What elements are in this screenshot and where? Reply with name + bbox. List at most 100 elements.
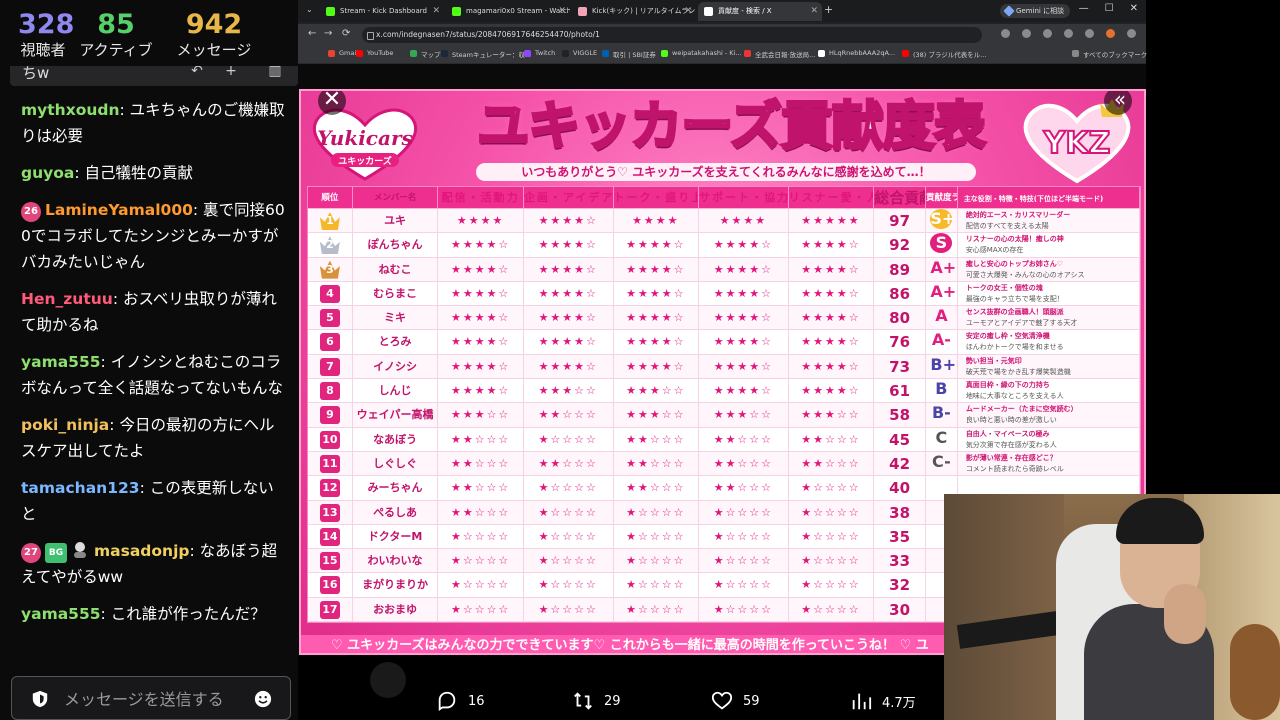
maximize-icon[interactable]: ☐: [1105, 3, 1114, 14]
bookmark-item[interactable]: Twitch: [524, 49, 555, 57]
bookmark-item[interactable]: すべてのブックマーク: [1072, 49, 1147, 59]
rank-badge: 5: [319, 309, 340, 328]
chat-username[interactable]: tamachan123: [21, 479, 140, 497]
address-bar-row: ← → ⟳ x.com/indegnasen7/status/208470691…: [298, 24, 1146, 46]
bookmark-item[interactable]: Gmail: [328, 49, 358, 57]
bookmark-item[interactable]: VIGGLE: [562, 49, 597, 57]
views-button[interactable]: 4.7万: [850, 690, 916, 712]
star-icon[interactable]: [1043, 29, 1052, 38]
tab-kick-dashboard[interactable]: Stream - Kick Dashboard ✕: [320, 2, 444, 21]
bookmark-item[interactable]: 全武会日報·放送局...: [744, 49, 815, 59]
role-description: 絶対的エース・カリスマリーダー 配信のすべてを支える太陽: [958, 209, 1140, 233]
url-bar[interactable]: x.com/indegnasen7/status/208470691764625…: [362, 27, 982, 43]
chat-message-input[interactable]: [64, 687, 244, 711]
close-window-icon[interactable]: ✕: [1130, 3, 1138, 14]
close-icon[interactable]: ✕: [558, 2, 566, 20]
add-icon[interactable]: +: [220, 66, 242, 83]
bookmark-item[interactable]: YouTube: [356, 49, 393, 57]
chat-username[interactable]: masadonjp: [94, 542, 189, 560]
active-count: 85: [97, 9, 135, 40]
tab-list-icon[interactable]: ⌄: [306, 5, 313, 14]
menu-icon[interactable]: [1127, 29, 1136, 38]
star-rating: ★☆☆☆☆: [438, 524, 524, 549]
logo-text: Yukicars: [317, 126, 412, 150]
viewer-label: 視聴者: [20, 41, 66, 59]
column-header: 配信・活動力: [438, 187, 524, 208]
trash-icon[interactable]: ▥: [264, 66, 286, 83]
download-icon[interactable]: [1085, 29, 1094, 38]
back-icon[interactable]: ←: [308, 28, 316, 39]
close-icon[interactable]: ✕: [684, 2, 692, 20]
star-rating: ★★★★☆: [789, 379, 875, 403]
profile-icon[interactable]: [1106, 29, 1115, 38]
star-rating: ★★★★☆: [614, 281, 700, 306]
bookmark-item[interactable]: HLqRnebbAAA2qA...: [818, 49, 895, 57]
column-header: トーク・盛り上げ力: [614, 187, 700, 208]
total-score: 73: [874, 354, 926, 379]
grade-badge: C-: [932, 451, 951, 471]
role-line-2: 最強のキャラ立ちで場を支配！: [965, 294, 1064, 303]
gemini-button[interactable]: Gemini に相談: [1000, 4, 1071, 18]
star-rating: ★☆☆☆☆: [614, 597, 700, 622]
member-name: ミキ: [353, 306, 439, 330]
chat-username[interactable]: LamineYamal000: [45, 201, 193, 219]
close-icon[interactable]: ✕: [432, 2, 440, 20]
rank-cell: 1: [308, 209, 353, 233]
reply-button[interactable]: 16: [436, 690, 485, 712]
grade-badge: B-: [931, 403, 951, 423]
star-rating: ★★☆☆☆: [614, 451, 700, 476]
forward-icon[interactable]: →: [324, 28, 332, 39]
ykz-text: YKZ: [1043, 126, 1111, 161]
image-title: ユキッカーズ貢献度表: [476, 96, 987, 159]
rank-cell: 2: [308, 233, 353, 257]
tab-kick-ranking[interactable]: Kick(キック) | リアルタイムランキング✕: [572, 2, 696, 21]
chat-username[interactable]: yama555: [21, 353, 101, 371]
repost-button[interactable]: 29: [572, 690, 621, 712]
shield-icon[interactable]: [31, 690, 49, 708]
reload-icon[interactable]: ⟳: [342, 28, 350, 39]
star-rating: ★★★☆☆: [614, 379, 700, 403]
minimize-icon[interactable]: —: [1079, 3, 1089, 14]
star-rating: ★★★★☆: [699, 379, 789, 403]
rank-badge: 2: [319, 236, 340, 255]
chat-message: yama555: イノシシとねむこのコラボなんって全く話題なってないもんな: [0, 349, 298, 401]
undo-icon[interactable]: ↶: [186, 66, 208, 83]
rank-cell: 4: [308, 281, 353, 306]
chat-username[interactable]: Hen_zutuu: [21, 290, 113, 308]
chat-username[interactable]: yama555: [21, 605, 101, 623]
chat-username[interactable]: poki_ninja: [21, 416, 109, 434]
member-name: わいわいな: [353, 549, 439, 573]
star-rating: ★★☆☆☆: [438, 500, 524, 524]
zoom-icon[interactable]: [1001, 29, 1010, 38]
bookmark-item[interactable]: Steamキュレーター：収...: [441, 49, 531, 59]
close-icon[interactable]: ✕: [810, 2, 818, 20]
star-rating: ★★☆☆☆: [438, 427, 524, 451]
star-rating: ★★☆☆☆: [438, 476, 524, 500]
star-rating: ★☆☆☆☆: [614, 549, 700, 573]
tab-magamari-stream[interactable]: magamari0x0 Stream - Watch Liv...✕: [446, 2, 570, 21]
bookmark-item[interactable]: 取引 | SBI証券: [602, 49, 656, 59]
bookmark-item[interactable]: (38) ブラジル代表をル...: [902, 49, 986, 59]
extension-icon[interactable]: [1064, 29, 1073, 38]
role-line-1: センス抜群の企画職人！頭脳派: [965, 308, 1064, 317]
tab-x-search[interactable]: 貢献度 - 検索 / X ✕: [698, 2, 822, 21]
chat-username[interactable]: mythxoudn: [21, 101, 120, 119]
bookmark-item[interactable]: weipatakahashi - Ki...: [661, 49, 742, 57]
x-favicon: [704, 7, 713, 16]
emoji-icon[interactable]: [254, 690, 272, 708]
pinned-text: ちw: [22, 66, 50, 82]
role-line-2: コメント読まれたら奇跡レベル: [965, 464, 1064, 473]
window-controls: — ☐ ✕: [1079, 3, 1138, 14]
new-tab-icon[interactable]: +: [824, 3, 833, 16]
star-rating: ★★★★☆: [789, 233, 875, 257]
star-rating: ★☆☆☆☆: [524, 524, 614, 549]
chat-username[interactable]: guyoa: [21, 164, 74, 182]
share-icon[interactable]: [1022, 29, 1031, 38]
star-rating: ★★☆☆☆: [789, 451, 875, 476]
bookmark-item[interactable]: マップ: [410, 49, 441, 59]
ranking-favicon: [578, 7, 587, 16]
tab-label: Stream - Kick Dashboard: [340, 7, 427, 15]
chat-input-box[interactable]: [11, 676, 291, 720]
grade-badge: B: [935, 379, 948, 399]
like-button[interactable]: 59: [711, 690, 760, 712]
